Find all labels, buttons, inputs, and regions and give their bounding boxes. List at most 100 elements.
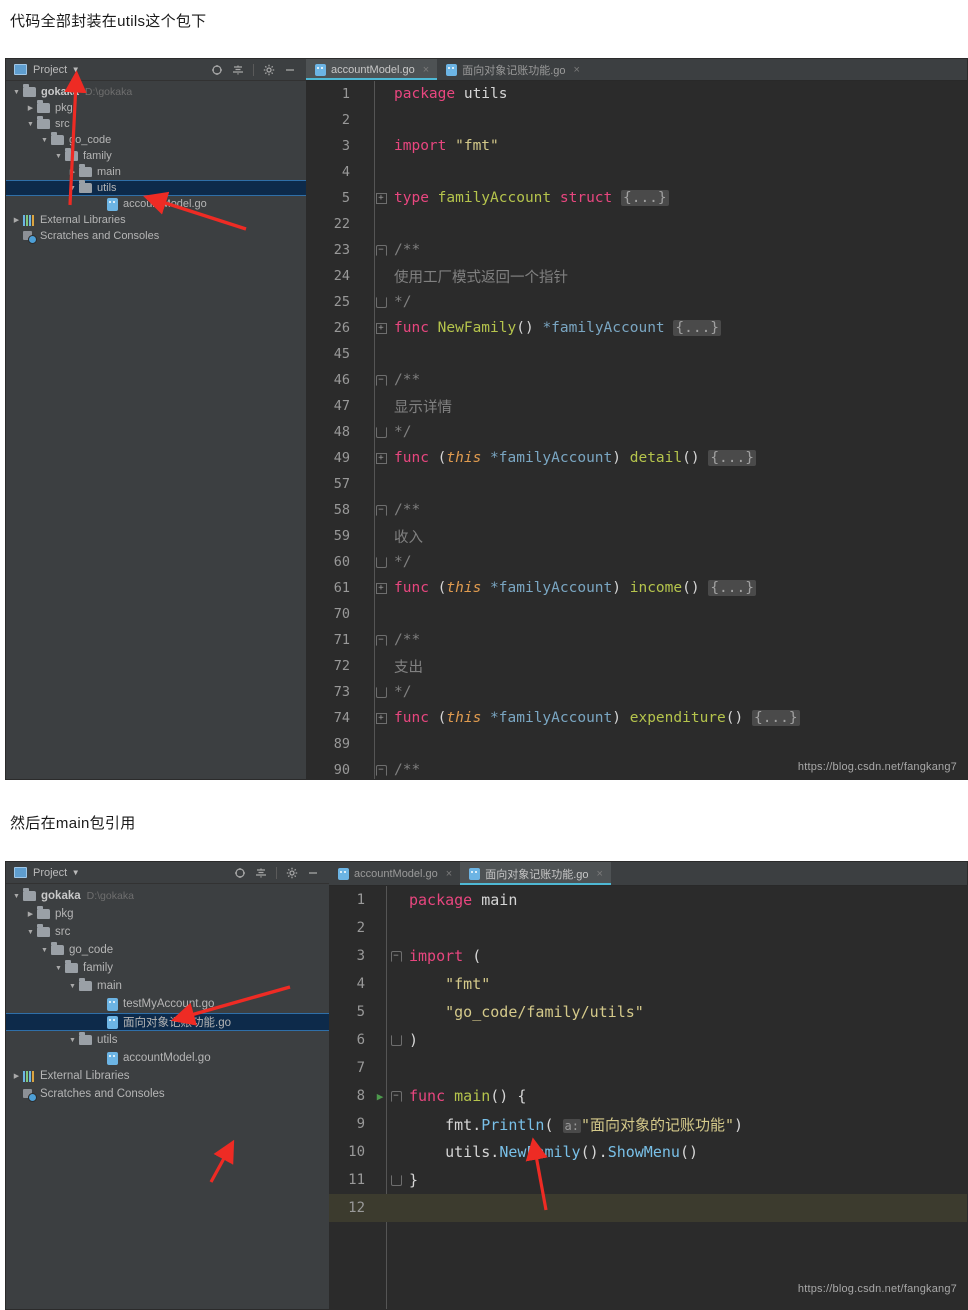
tree-node-family[interactable]: family (6, 148, 306, 164)
tree-node-go-code[interactable]: go_code (6, 941, 329, 959)
fold-gutter[interactable] (372, 764, 390, 776)
tree-node-accountmodel-go[interactable]: accountModel.go (6, 196, 306, 212)
fold-gutter[interactable] (372, 582, 390, 594)
fold-gutter[interactable] (372, 712, 390, 724)
code-line[interactable]: 89 (306, 731, 967, 757)
tree-node-utils[interactable]: utils (6, 1031, 329, 1049)
twisty-collapsed-icon[interactable] (24, 104, 37, 112)
tree-node-scratches-and-consoles[interactable]: Scratches and Consoles (6, 228, 306, 244)
fold-gutter[interactable] (372, 452, 390, 464)
code-line[interactable]: 60 */ (306, 549, 967, 575)
code-line[interactable]: 72 支出 (306, 653, 967, 679)
minimize-icon[interactable] (307, 867, 319, 879)
code-line[interactable]: 2 (306, 107, 967, 133)
twisty-expanded-icon[interactable] (66, 185, 79, 192)
project-tree-1[interactable]: gokaka D:\gokaka pkg src go_codefamily main ut… (6, 81, 306, 244)
tree-node-testmyaccount-go[interactable]: testMyAccount.go (6, 995, 329, 1013)
collapse-all-icon[interactable] (232, 64, 244, 76)
code-line[interactable]: 1 package main (329, 886, 967, 914)
tree-node-external-libraries[interactable]: External Libraries (6, 1067, 329, 1085)
fold-gutter[interactable] (372, 192, 390, 204)
fold-gutter[interactable] (387, 1174, 405, 1186)
tree-node-gokaka[interactable]: gokaka D:\gokaka (6, 887, 329, 905)
code-line[interactable]: 3 import ( (329, 942, 967, 970)
fold-expand-icon[interactable] (375, 582, 387, 594)
twisty-expanded-icon[interactable] (52, 965, 65, 972)
tree-node--go[interactable]: 面向对象记账功能.go (6, 1013, 329, 1031)
tree-node-family[interactable]: family (6, 959, 329, 977)
close-icon[interactable]: × (597, 868, 603, 880)
code-line[interactable]: 22 (306, 211, 967, 237)
tree-node-src[interactable]: src (6, 923, 329, 941)
minimize-icon[interactable] (284, 64, 296, 76)
chevron-down-icon[interactable]: ▼ (73, 868, 78, 877)
code-line[interactable]: 46 /** (306, 367, 967, 393)
code-line[interactable]: 73 */ (306, 679, 967, 705)
fold-collapse-icon[interactable] (375, 426, 387, 438)
editor-tab[interactable]: accountModel.go × (329, 862, 461, 885)
code-line[interactable]: 58 /** (306, 497, 967, 523)
locate-icon[interactable] (211, 64, 223, 76)
tree-node-pkg[interactable]: pkg (6, 100, 306, 116)
fold-gutter[interactable] (372, 504, 390, 516)
tree-node-src[interactable]: src (6, 116, 306, 132)
code-line[interactable]: 11} (329, 1166, 967, 1194)
fold-gutter[interactable] (372, 322, 390, 334)
code-line[interactable]: 45 (306, 341, 967, 367)
fold-collapse-icon[interactable] (390, 1174, 402, 1186)
twisty-expanded-icon[interactable] (66, 1037, 79, 1044)
fold-collapse-icon[interactable] (390, 1034, 402, 1046)
fold-collapse-icon[interactable] (375, 504, 387, 516)
tree-node-utils[interactable]: utils (6, 180, 306, 196)
fold-collapse-icon[interactable] (375, 556, 387, 568)
twisty-collapsed-icon[interactable] (10, 1072, 23, 1080)
twisty-expanded-icon[interactable] (38, 137, 51, 144)
tree-node-go-code[interactable]: go_code (6, 132, 306, 148)
fold-gutter[interactable] (372, 556, 390, 568)
tree-node-external-libraries[interactable]: External Libraries (6, 212, 306, 228)
fold-gutter[interactable] (372, 296, 390, 308)
twisty-expanded-icon[interactable] (38, 947, 51, 954)
fold-collapse-icon[interactable] (375, 296, 387, 308)
code-line[interactable]: 49 func (this *familyAccount) detail() {.… (306, 445, 967, 471)
code-line[interactable]: 26 func NewFamily() *familyAccount {...} (306, 315, 967, 341)
settings-gear-icon[interactable] (286, 867, 298, 879)
fold-expand-icon[interactable] (375, 452, 387, 464)
code-line[interactable]: 3 import "fmt" (306, 133, 967, 159)
editor-tabbar-1[interactable]: accountModel.go × 面向对象记账功能.go × (306, 59, 967, 81)
locate-icon[interactable] (234, 867, 246, 879)
code-line[interactable]: 47 显示详情 (306, 393, 967, 419)
project-tree-2[interactable]: gokaka D:\gokaka pkg src go_codefamily mainte… (6, 884, 329, 1103)
code-line[interactable]: 24 使用工厂模式返回一个指针 (306, 263, 967, 289)
editor-tab[interactable]: 面向对象记账功能.go × (437, 59, 588, 80)
tree-node-scratches-and-consoles[interactable]: Scratches and Consoles (6, 1085, 329, 1103)
twisty-expanded-icon[interactable] (10, 89, 23, 96)
code-line[interactable]: 74 func (this *familyAccount) expenditure… (306, 705, 967, 731)
fold-gutter[interactable] (387, 1034, 405, 1046)
fold-gutter[interactable] (372, 686, 390, 698)
code-line[interactable]: 57 (306, 471, 967, 497)
code-line[interactable]: 25 */ (306, 289, 967, 315)
tree-node-main[interactable]: main (6, 164, 306, 180)
twisty-expanded-icon[interactable] (24, 121, 37, 128)
twisty-expanded-icon[interactable] (52, 153, 65, 160)
code-line[interactable]: 12 (329, 1194, 967, 1222)
code-line[interactable]: 9 fmt.Println( a: "面向对象的记账功能") (329, 1110, 967, 1138)
fold-expand-icon[interactable] (375, 712, 387, 724)
close-icon[interactable]: × (423, 64, 429, 76)
twisty-expanded-icon[interactable] (24, 929, 37, 936)
code-line[interactable]: 59 收入 (306, 523, 967, 549)
tree-node-pkg[interactable]: pkg (6, 905, 329, 923)
code-line[interactable]: 71 /** (306, 627, 967, 653)
code-line[interactable]: 4 (306, 159, 967, 185)
tree-node-accountmodel-go[interactable]: accountModel.go (6, 1049, 329, 1067)
code-content-1[interactable]: 1package utils23import "fmt"45type famil… (306, 81, 967, 779)
code-line[interactable]: 6) (329, 1026, 967, 1054)
tree-node-main[interactable]: main (6, 977, 329, 995)
code-line[interactable]: 5 type familyAccount struct {...} (306, 185, 967, 211)
twisty-expanded-icon[interactable] (66, 983, 79, 990)
fold-gutter[interactable] (372, 244, 390, 256)
fold-collapse-icon[interactable] (375, 634, 387, 646)
fold-expand-icon[interactable] (375, 322, 387, 334)
code-line[interactable]: 2 (329, 914, 967, 942)
